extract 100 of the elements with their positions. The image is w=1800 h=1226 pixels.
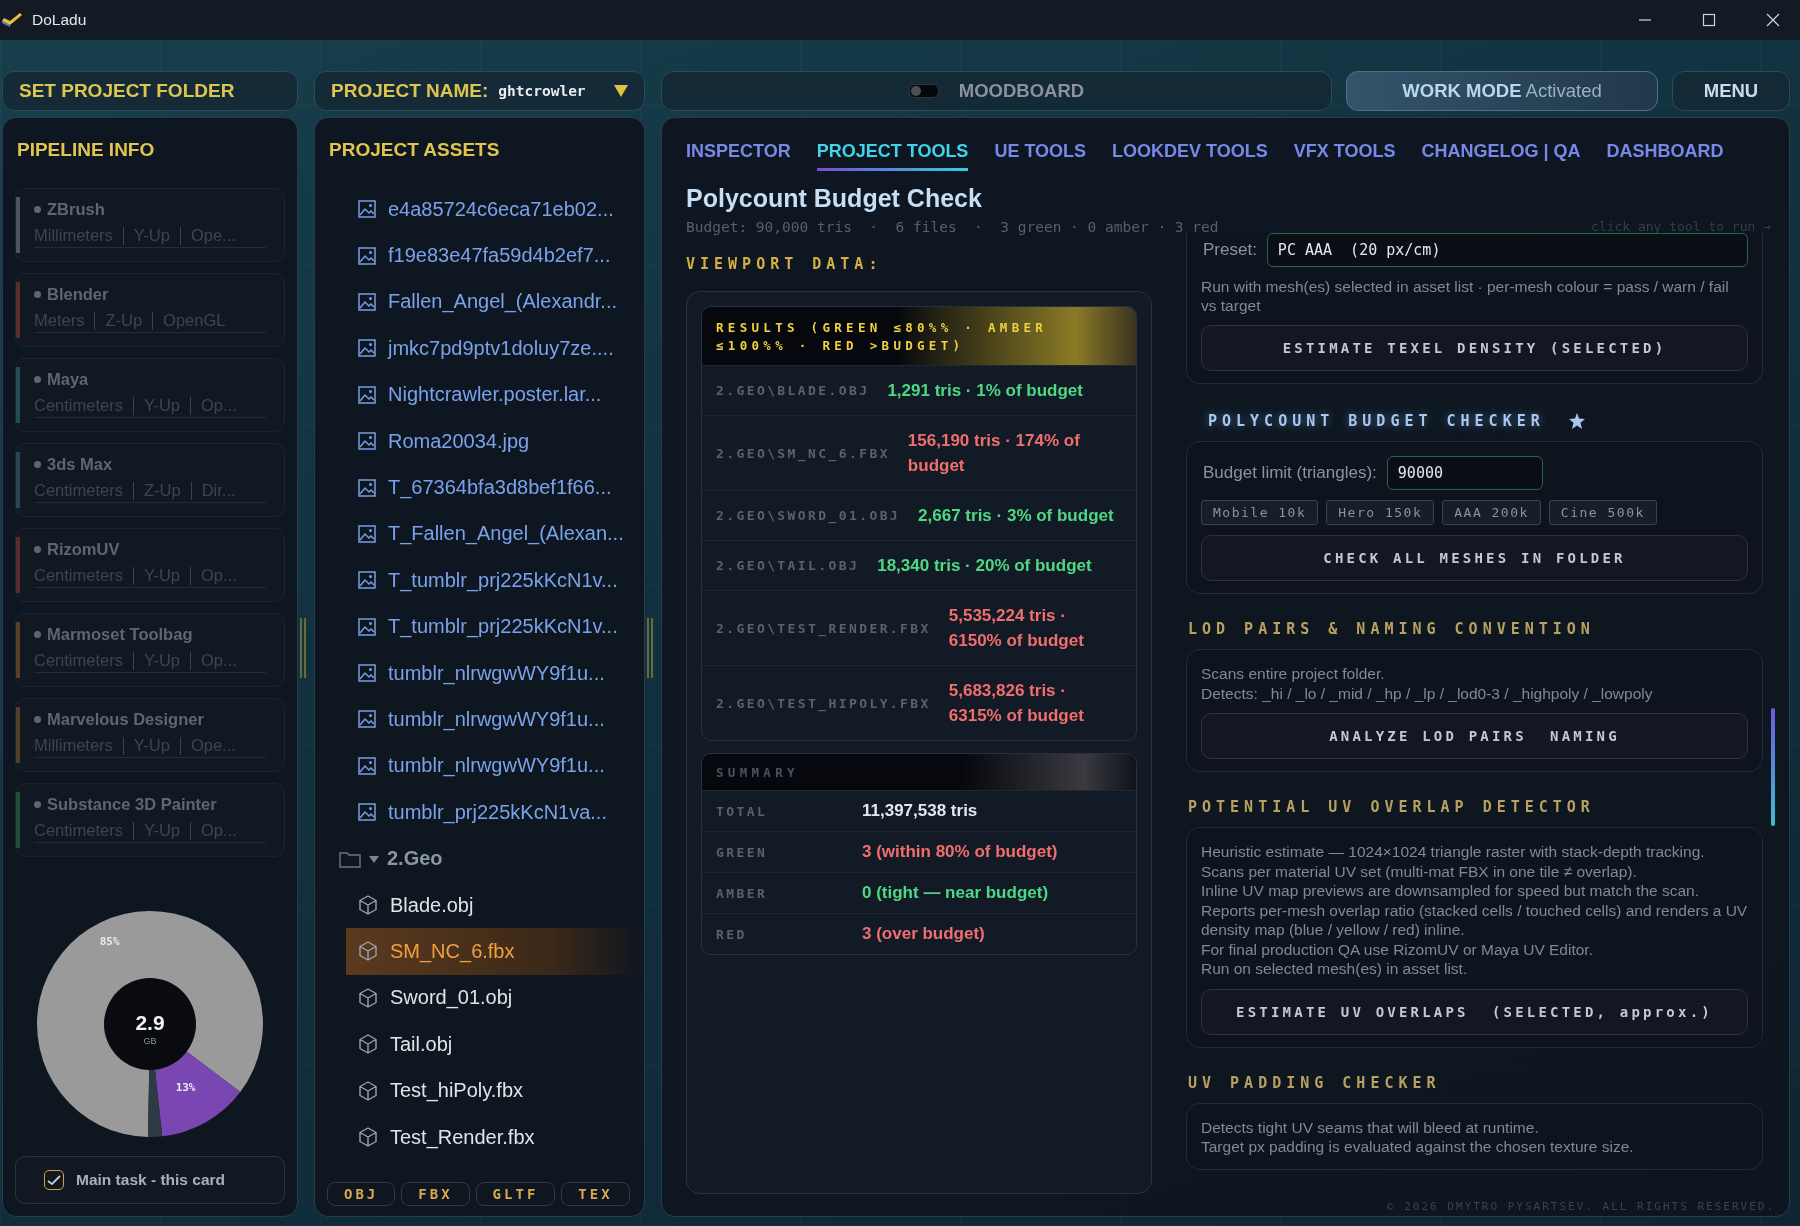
asset-item[interactable]: Nightcrawler.poster.lar... — [315, 371, 644, 418]
image-icon — [358, 432, 376, 451]
filter-button[interactable]: OBJ — [327, 1182, 396, 1206]
storage-value: 2.9 — [135, 1011, 165, 1034]
cube-icon — [358, 987, 378, 1008]
mesh-path: 2.GEO\BLADE.OBJ — [716, 383, 870, 398]
run-button[interactable]: ANALYZE LOD PAIRS NAMING — [1201, 713, 1748, 759]
asset-item[interactable]: tumblr_prj225kKcN1va... — [315, 789, 644, 836]
field-label: Preset: — [1203, 240, 1257, 260]
preset-chip[interactable]: AAA 200k — [1442, 500, 1541, 525]
image-icon — [358, 756, 376, 775]
tab[interactable]: INSPECTOR — [686, 141, 791, 171]
panel-title: PROJECT ASSETS — [328, 138, 501, 162]
window-title: DoLadu — [32, 11, 87, 29]
asset-item[interactable]: 2.Geo — [315, 835, 644, 882]
tab[interactable]: LOOKDEV TOOLS — [1112, 141, 1268, 171]
asset-item[interactable]: T_tumblr_prj225kKcN1v... — [315, 557, 644, 604]
input-field[interactable]: 90000 — [1386, 456, 1543, 490]
star-icon[interactable] — [1568, 413, 1585, 429]
filter-button[interactable]: TEX — [561, 1182, 630, 1206]
tab[interactable]: UE TOOLS — [994, 141, 1087, 171]
result-text: 2,667 tris · 3% of budget — [918, 505, 1114, 527]
tab[interactable]: VFX TOOLS — [1293, 141, 1396, 171]
scrollbar-thumb[interactable] — [1771, 708, 1775, 826]
bullet-icon — [34, 291, 41, 298]
asset-item[interactable]: T_67364bfa3d8bef1f66... — [315, 464, 644, 511]
asset-item[interactable]: T_tumblr_prj225kKcN1v... — [315, 603, 644, 650]
image-icon — [358, 803, 376, 822]
bullet-icon — [34, 461, 41, 468]
budget-summary: Budget: 90,000 tris · 6 files · 3 green · 0 amber · 3 red — [686, 219, 1219, 235]
task-label: Main task - this card — [76, 1171, 225, 1189]
run-button[interactable]: CHECK ALL MESHES IN FOLDER — [1201, 535, 1748, 581]
run-button[interactable]: ESTIMATE TEXEL DENSITY (SELECTED) — [1201, 325, 1748, 371]
moodboard-label: MOODBOARD — [958, 80, 1085, 102]
description-text: Scans per material UV set (multi-mat FBX in one tile ≠ overlap). — [1201, 861, 1638, 881]
task-checkbox[interactable] — [44, 1170, 64, 1190]
set-folder-button[interactable]: SET PROJECT FOLDER — [2, 71, 298, 111]
description-text: Inline UV map previews are downsampled for speed but match the scan. — [1201, 881, 1700, 901]
summary-label: AMBER — [716, 885, 769, 901]
result-text: 156,190 tris · 174% of budget — [907, 430, 1081, 477]
preset-chip[interactable]: Hero 150k — [1326, 500, 1435, 525]
field-label: Budget limit (triangles): — [1203, 463, 1377, 483]
asset-item[interactable]: Sword_01.obj — [315, 974, 644, 1022]
menu-button[interactable]: MENU — [1672, 71, 1790, 111]
work-mode-button[interactable]: WORK MODE Activated — [1346, 71, 1658, 111]
tab[interactable]: CHANGELOG | QA — [1421, 141, 1581, 171]
asset-item[interactable]: tumblr_nlrwgwWY9f1u... — [315, 649, 644, 697]
moodboard-toggle[interactable] — [908, 84, 939, 98]
result-text: 5,535,224 tris · 6150% of budget — [948, 605, 1085, 652]
summary-label: RED — [716, 926, 748, 942]
asset-item[interactable]: Tail.obj — [315, 1021, 644, 1068]
app-name: Substance 3D Painter — [47, 795, 217, 814]
results-header: RESULTS (GREEN ≤80%% · AMBER ≤100%% · RED >BUDGET) — [702, 307, 1136, 365]
asset-item[interactable]: T_Fallen_Angel_(Alexan... — [315, 510, 644, 558]
description-text: Run on selected mesh(es) in asset list. — [1201, 959, 1469, 979]
asset-item[interactable]: f19e83e47fa59d4b2ef7... — [315, 232, 644, 279]
cube-icon — [358, 1080, 378, 1101]
maximize-icon[interactable] — [1702, 13, 1716, 27]
preset-chip[interactable]: Cine 500k — [1548, 500, 1657, 525]
asset-item[interactable]: Test_hiPoly.fbx — [315, 1067, 644, 1114]
image-icon — [358, 246, 376, 265]
run-button[interactable]: ESTIMATE UV OVERLAPS (SELECTED, approx.) — [1201, 988, 1748, 1035]
asset-item[interactable]: jmkc7pd9ptv1doluy7ze.... — [315, 325, 644, 372]
asset-item[interactable]: Test_Render.fbx — [315, 1113, 644, 1161]
preset-chip[interactable]: Mobile 10k — [1201, 500, 1319, 525]
asset-item[interactable]: tumblr_nlrwgwWY9f1u... — [315, 742, 644, 790]
section-title: POLYCOUNT BUDGET CHECKER — [1208, 412, 1545, 430]
summary-value: 11,397,538 tris — [862, 801, 978, 821]
summary-label: GREEN — [716, 844, 769, 860]
summary-header: SUMMARY — [702, 754, 1136, 790]
expand-caret-icon[interactable] — [369, 853, 379, 864]
asset-item[interactable]: tumblr_nlrwgwWY9f1u... — [315, 696, 644, 743]
input-field[interactable]: PC AAA (20 px/cm) — [1266, 233, 1748, 267]
app-name: ZBrush — [47, 200, 105, 219]
bullet-icon — [34, 546, 41, 553]
section-title: POTENTIAL UV OVERLAP DETECTOR — [1188, 798, 1595, 816]
summary-value: 0 (tight — near budget) — [862, 883, 1049, 903]
image-icon — [358, 478, 376, 497]
tab[interactable]: DASHBOARD — [1606, 141, 1724, 171]
tab[interactable]: PROJECT TOOLS — [816, 141, 969, 171]
image-icon — [358, 385, 376, 404]
resize-handle[interactable] — [647, 618, 653, 678]
note-text: Run with mesh(es) selected in asset list · per-mesh colour = pass / warn / fail vs target — [1201, 277, 1730, 315]
bullet-icon — [34, 376, 41, 383]
close-icon[interactable] — [1766, 13, 1780, 27]
asset-item[interactable]: Blade.obj — [315, 881, 644, 929]
panel-title: PIPELINE INFO — [16, 138, 156, 162]
result-text: 18,340 tris · 20% of budget — [877, 555, 1092, 577]
asset-item[interactable]: e4a85724c6eca71eb02... — [315, 186, 644, 233]
mesh-path: 2.GEO\SM_NC_6.FBX — [716, 445, 890, 461]
description-text: Reports per-mesh overlap ratio (stacked cells / touched cells) and renders a UV density map (blue / yellow / red) inline. — [1201, 900, 1748, 940]
resize-handle[interactable] — [300, 618, 306, 678]
project-name-dropdown[interactable]: PROJECT NAME: ghtcrowler — [314, 71, 645, 111]
description-text: Heuristic estimate — 1024×1024 triangle raster with stack-depth tracking. — [1201, 842, 1706, 862]
filter-button[interactable]: GLTF — [475, 1182, 556, 1206]
cube-icon — [358, 1127, 378, 1147]
image-icon — [358, 710, 376, 729]
filter-button[interactable]: FBX — [401, 1182, 470, 1206]
asset-item[interactable]: Fallen_Angel_(Alexandr... — [315, 278, 644, 326]
asset-item[interactable]: Roma20034.jpg — [315, 417, 644, 465]
